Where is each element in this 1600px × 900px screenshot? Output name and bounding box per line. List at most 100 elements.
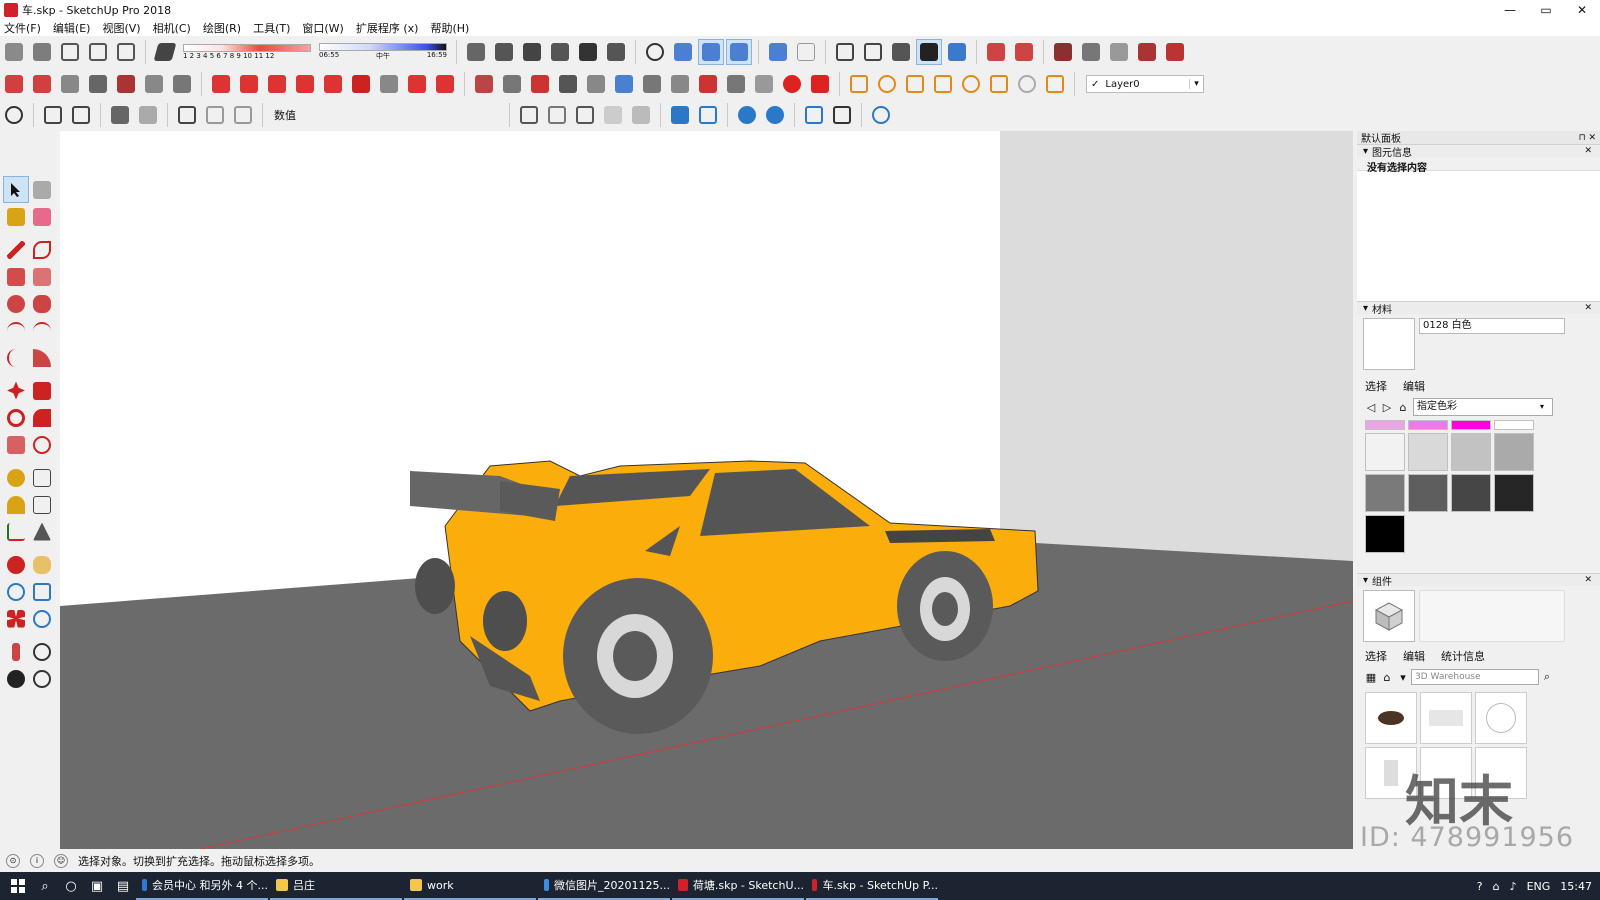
material-swatch[interactable]	[1363, 318, 1415, 370]
style-wire-icon[interactable]	[832, 39, 858, 65]
zoom-extents-icon[interactable]	[3, 605, 29, 632]
material-color-swatch[interactable]	[1451, 474, 1491, 512]
back-arrow-icon[interactable]: ◁	[1363, 401, 1379, 414]
orbit-icon[interactable]	[3, 551, 29, 578]
maximize-button[interactable]: ▭	[1528, 0, 1564, 20]
shaded-icon[interactable]	[575, 39, 601, 65]
sandbox-scatter-icon[interactable]	[600, 102, 626, 128]
warehouse-search-input[interactable]: 3D Warehouse	[1411, 669, 1539, 685]
orange-tool-8-icon[interactable]	[1042, 71, 1068, 97]
xray-style-icon[interactable]	[463, 39, 489, 65]
su-app-icon[interactable]	[807, 71, 833, 97]
search-icon[interactable]: ⌕	[1539, 670, 1555, 684]
select-arrow-icon[interactable]	[3, 176, 29, 203]
validity-check-icon[interactable]	[1, 102, 27, 128]
material-name-field[interactable]: 0128 白色	[1419, 318, 1565, 334]
back-edges-icon[interactable]	[491, 39, 517, 65]
solid-tool-9-icon[interactable]	[695, 71, 721, 97]
menu-help[interactable]: 帮助(H)	[430, 20, 469, 36]
home-icon[interactable]: ⌂	[1379, 671, 1395, 684]
orange-tool-2-icon[interactable]	[874, 71, 900, 97]
extension-tool-2-icon[interactable]	[29, 71, 55, 97]
solid-tool-8-icon[interactable]	[667, 71, 693, 97]
solid-tool-1-icon[interactable]	[471, 71, 497, 97]
unlock-icon[interactable]	[202, 102, 228, 128]
pan-icon[interactable]	[29, 551, 55, 578]
tab-edit[interactable]: 编辑	[1403, 648, 1425, 664]
polygon-icon[interactable]	[29, 290, 55, 317]
box-1-icon[interactable]	[544, 102, 570, 128]
menu-extensions[interactable]: 扩展程序 (x)	[356, 20, 419, 36]
orbit-axis-icon[interactable]	[642, 39, 668, 65]
chevron-down-icon[interactable]: ▾	[1189, 79, 1203, 89]
3d-text-icon[interactable]	[751, 71, 777, 97]
dimension-icon[interactable]	[29, 464, 55, 491]
orange-tool-5-icon[interactable]	[958, 71, 984, 97]
circle-icon[interactable]	[3, 290, 29, 317]
taskbar-task[interactable]: 荷塘.skp - SketchU...	[672, 872, 804, 900]
close-button[interactable]: ✕	[1564, 0, 1600, 20]
view-options-icon[interactable]: ▦	[1363, 671, 1379, 684]
rectangle-icon[interactable]	[3, 263, 29, 290]
layout-icon[interactable]	[135, 102, 161, 128]
curve-tool-7-icon[interactable]	[376, 71, 402, 97]
taskbar-task[interactable]: 车.skp - SketchUp P...	[806, 872, 938, 900]
credits-icon[interactable]: i	[30, 854, 44, 868]
wireframe-icon[interactable]	[519, 39, 545, 65]
tape-measure-icon[interactable]	[3, 464, 29, 491]
shadow-time-slider[interactable]: 06:55 中午 16:59	[319, 43, 447, 61]
close-icon[interactable]: ✕	[1584, 575, 1592, 585]
extension-tool-7-icon[interactable]	[169, 71, 195, 97]
solid-tool-6-icon[interactable]	[611, 71, 637, 97]
taskbar-task[interactable]: 吕庄	[270, 872, 402, 900]
extension-manager-icon[interactable]	[779, 71, 805, 97]
clock[interactable]: 15:47	[1560, 880, 1592, 893]
component-tile[interactable]	[1420, 692, 1472, 744]
section-plane-tool-icon[interactable]	[29, 665, 55, 692]
sandbox-drape-icon[interactable]	[1078, 39, 1104, 65]
move-icon[interactable]	[3, 377, 29, 404]
forward-arrow-icon[interactable]: ▷	[1379, 401, 1395, 414]
entity-info-header[interactable]: ▾ 图元信息 ✕	[1357, 144, 1600, 159]
menu-camera[interactable]: 相机(C)	[153, 20, 191, 36]
close-icon[interactable]: ✕	[1584, 146, 1592, 156]
previous-view-icon[interactable]	[29, 605, 55, 632]
offset-icon[interactable]	[29, 431, 55, 458]
paint-material-icon[interactable]	[765, 39, 791, 65]
material-color-swatch[interactable]	[1365, 420, 1405, 430]
arc-icon[interactable]	[3, 317, 29, 344]
warehouse-icon[interactable]	[40, 102, 66, 128]
orange-tool-6-icon[interactable]	[986, 71, 1012, 97]
layout-send-icon[interactable]	[107, 102, 133, 128]
close-icon[interactable]: ✕	[1584, 303, 1592, 313]
material-color-swatch[interactable]	[1494, 433, 1534, 471]
user-icon[interactable]: ☺	[54, 854, 68, 868]
material-collection-dropdown[interactable]: 指定色彩 ▾	[1413, 398, 1553, 416]
calculator-icon[interactable]: ▤	[110, 872, 136, 900]
eraser-icon[interactable]	[29, 203, 55, 230]
start-button[interactable]	[4, 872, 32, 900]
solid-tool-3-icon[interactable]	[527, 71, 553, 97]
solid-tool-2-icon[interactable]	[499, 71, 525, 97]
component-tile[interactable]	[1475, 692, 1527, 744]
zoom-window-icon[interactable]	[29, 578, 55, 605]
sandbox-grid-icon[interactable]	[1011, 39, 1037, 65]
curve-tool-6-icon[interactable]	[348, 71, 374, 97]
curve-tool-3-icon[interactable]	[264, 71, 290, 97]
tab-select[interactable]: 选择	[1365, 378, 1387, 394]
material-color-swatch[interactable]	[1365, 433, 1405, 471]
material-color-swatch[interactable]	[1365, 474, 1405, 512]
hide-icon[interactable]	[230, 102, 256, 128]
section-fill-icon[interactable]	[516, 102, 542, 128]
material-color-swatch[interactable]	[1408, 420, 1448, 430]
menu-draw[interactable]: 绘图(R)	[203, 20, 241, 36]
eraser-view-icon[interactable]	[793, 39, 819, 65]
layer-dropdown[interactable]: ✓ Layer0 ▾	[1086, 75, 1204, 93]
chevron-down-icon[interactable]: ▾	[1395, 671, 1411, 684]
move-blue-2-icon[interactable]	[695, 102, 721, 128]
menu-window[interactable]: 窗口(W)	[302, 20, 343, 36]
text-icon[interactable]	[29, 491, 55, 518]
menu-tools[interactable]: 工具(T)	[253, 20, 290, 36]
materials-header[interactable]: ▾ 材料 ✕	[1357, 301, 1600, 316]
taskbar-task[interactable]: 微信图片_20201125...	[538, 872, 670, 900]
